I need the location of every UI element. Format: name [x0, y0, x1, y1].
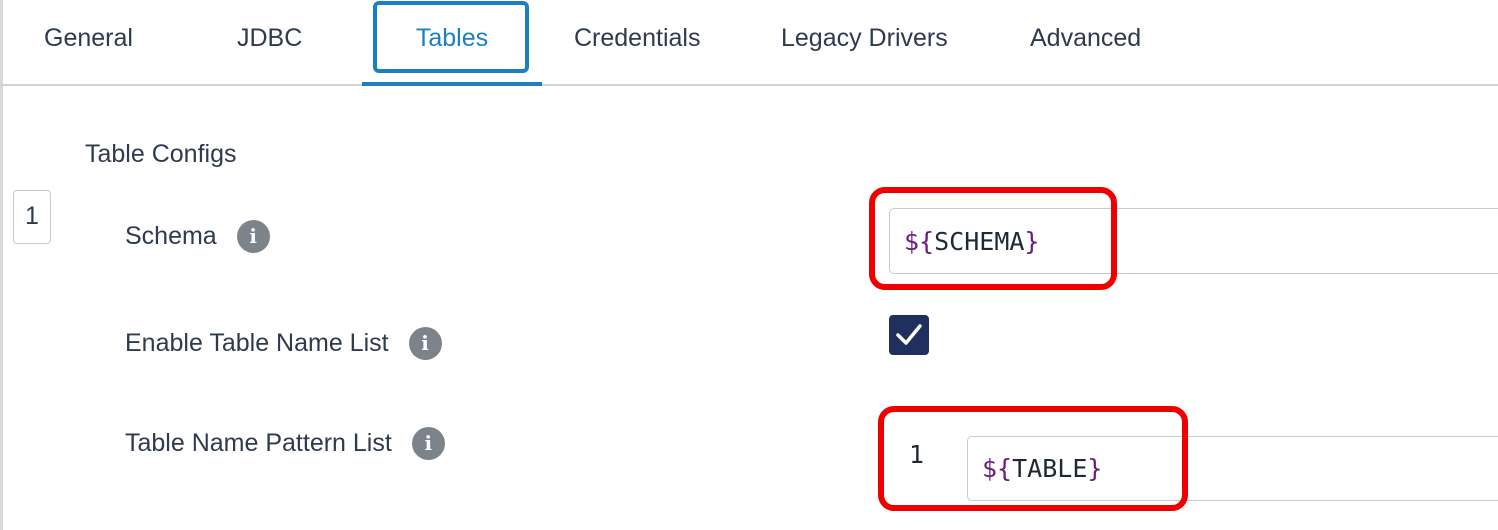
- pattern-value-name: TABLE: [1012, 454, 1088, 483]
- tab-jdbc[interactable]: JDBC: [237, 0, 317, 86]
- table-name-pattern-list-row-label: Table Name Pattern List i: [125, 427, 445, 460]
- table-name-pattern-input[interactable]: ${TABLE}: [967, 436, 1498, 501]
- info-icon[interactable]: i: [408, 327, 442, 360]
- schema-input[interactable]: ${SCHEMA}: [889, 208, 1498, 274]
- schema-value-name: SCHEMA: [934, 226, 1025, 256]
- schema-value-close: }: [1024, 226, 1040, 256]
- page: General JDBC Tables Credentials Legacy D…: [0, 0, 1498, 530]
- tab-tables-label: Tables: [415, 24, 489, 52]
- tab-bar: General JDBC Tables Credentials Legacy D…: [0, 0, 1498, 86]
- tab-legacy-drivers[interactable]: Legacy Drivers: [781, 0, 981, 86]
- enable-table-name-list-label: Enable Table Name List: [125, 329, 389, 357]
- info-icon[interactable]: i: [236, 220, 270, 253]
- tab-legacy-drivers-label: Legacy Drivers: [781, 24, 948, 52]
- schema-label: Schema: [125, 222, 217, 250]
- enable-table-name-list-row-label: Enable Table Name List i: [125, 327, 442, 360]
- tab-tables[interactable]: Tables: [362, 0, 542, 86]
- enable-table-name-list-checkbox[interactable]: [889, 315, 929, 355]
- schema-field-row-label: Schema i: [125, 220, 270, 253]
- tab-jdbc-label: JDBC: [237, 24, 303, 52]
- tab-advanced[interactable]: Advanced: [1030, 0, 1170, 86]
- tab-advanced-label: Advanced: [1030, 24, 1142, 52]
- tab-general-label: General: [44, 24, 133, 52]
- tab-credentials-label: Credentials: [574, 24, 701, 52]
- tab-credentials[interactable]: Credentials: [574, 0, 724, 86]
- tab-general[interactable]: General: [44, 0, 144, 86]
- tab-tables-active-indicator: [362, 82, 542, 86]
- table-name-pattern-list-label: Table Name Pattern List: [125, 429, 392, 457]
- schema-value-open: ${: [904, 226, 935, 256]
- pattern-value-open: ${: [982, 454, 1013, 483]
- pattern-value-close: }: [1087, 454, 1103, 483]
- checkmark-icon: [896, 324, 922, 345]
- config-index-badge: 1: [13, 190, 51, 244]
- info-icon[interactable]: i: [411, 427, 445, 460]
- pattern-list-item-index: 1: [909, 440, 925, 469]
- section-title: Table Configs: [85, 140, 237, 168]
